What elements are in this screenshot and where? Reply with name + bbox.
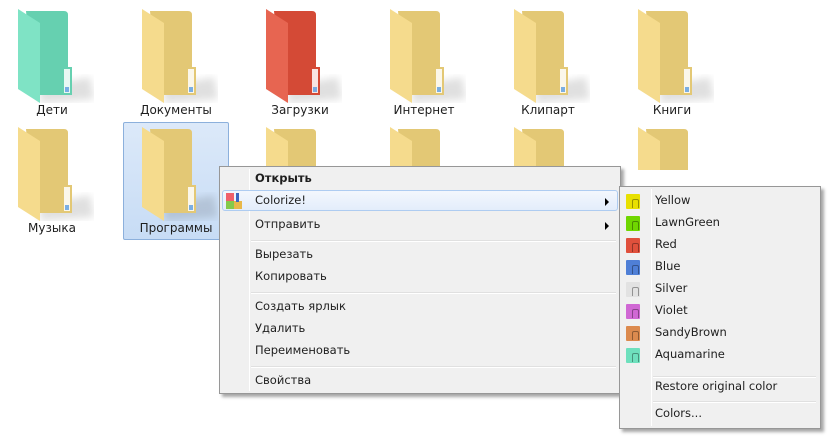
menu-separator (251, 240, 616, 242)
menu-item-label: Вырезать (255, 247, 313, 261)
menu-item-copy[interactable]: Копировать (222, 266, 618, 287)
menu-item-label: LawnGreen (655, 215, 720, 229)
folder-label: Программы (139, 221, 213, 235)
menu-item-color-lawngreen[interactable]: LawnGreen (622, 212, 818, 233)
menu-item-label: Переименовать (255, 343, 351, 357)
context-menu: Открыть Colorize! Отправить Вырезать Коп… (219, 166, 621, 394)
folder-icon (18, 127, 94, 221)
folder-item[interactable]: Программы (123, 122, 229, 240)
folder-label: Музыка (28, 221, 76, 235)
menu-item-color-red[interactable]: Red (622, 234, 818, 255)
menu-item-colorize[interactable]: Colorize! (222, 190, 618, 211)
menu-item-label: Копировать (255, 269, 327, 283)
folder-label: Документы (140, 103, 212, 117)
menu-item-label: SandyBrown (655, 325, 727, 339)
folder-label: Книги (652, 103, 692, 117)
menu-item-cut[interactable]: Вырезать (222, 244, 618, 265)
folder-icon (638, 9, 714, 103)
submenu-arrow-icon (605, 222, 609, 230)
folder-color-icon (626, 216, 640, 231)
folder-label: Клипарт (521, 103, 575, 117)
menu-item-create-shortcut[interactable]: Создать ярлык (222, 296, 618, 317)
menu-item-rename[interactable]: Переименовать (222, 340, 618, 361)
menu-item-restore-color[interactable]: Restore original color (622, 373, 818, 394)
menu-item-label: Создать ярлык (255, 299, 346, 313)
menu-item-label: Red (655, 237, 677, 251)
folder-icon (142, 127, 218, 221)
folder-item[interactable]: Книги (619, 4, 725, 122)
folder-item[interactable]: Документы (123, 4, 229, 122)
menu-item-label: Aquamarine (655, 347, 725, 361)
folder-color-icon (626, 326, 640, 341)
folder-color-icon (626, 304, 640, 319)
menu-item-label: Colorize! (255, 193, 306, 207)
folder-item[interactable]: Музыка (0, 122, 105, 240)
menu-item-color-violet[interactable]: Violet (622, 300, 818, 321)
folder-icon (266, 9, 342, 103)
menu-item-open[interactable]: Открыть (222, 168, 618, 189)
menu-item-color-aquamarine[interactable]: Aquamarine (622, 344, 818, 365)
folder-color-icon (626, 238, 640, 253)
folder-label: Загрузки (271, 103, 329, 117)
folder-icon (18, 9, 94, 103)
folder-label: Интернет (393, 103, 455, 117)
folder-color-icon (626, 194, 640, 209)
menu-item-label: Blue (655, 259, 681, 273)
folder-item[interactable]: Клипарт (495, 4, 601, 122)
menu-item-label: Свойства (255, 373, 312, 387)
submenu-arrow-icon (605, 198, 609, 206)
colorize-submenu: Restore original color Colors... Yellow L… (619, 186, 821, 429)
menu-item-label: Colors... (655, 406, 702, 420)
folder-color-icon (626, 260, 640, 275)
menu-item-delete[interactable]: Удалить (222, 318, 618, 339)
menu-item-properties[interactable]: Свойства (222, 370, 618, 391)
colorize-icon (226, 193, 242, 209)
menu-item-label: Restore original color (655, 379, 778, 393)
menu-item-label: Открыть (255, 171, 312, 185)
menu-item-color-sandybrown[interactable]: SandyBrown (622, 322, 818, 343)
menu-separator (251, 366, 616, 368)
menu-separator (251, 292, 616, 294)
menu-item-label: Silver (655, 281, 688, 295)
folder-icon (142, 9, 218, 103)
menu-item-color-yellow[interactable]: Yellow (622, 190, 818, 211)
menu-item-label: Удалить (255, 321, 306, 335)
folder-label: Дети (36, 103, 68, 117)
menu-item-send-to[interactable]: Отправить (222, 214, 618, 235)
folder-item[interactable]: Интернет (371, 4, 477, 122)
folder-color-icon (626, 348, 640, 363)
folder-icon (514, 9, 590, 103)
folder-item[interactable]: Дети (0, 4, 105, 122)
menu-item-color-silver[interactable]: Silver (622, 278, 818, 299)
menu-item-colors-dialog[interactable]: Colors... (622, 403, 818, 424)
folder-item[interactable]: Загрузки (247, 4, 353, 122)
menu-item-label: Violet (655, 303, 688, 317)
folder-color-icon (626, 282, 640, 297)
folder-icon (390, 9, 466, 103)
menu-item-label: Yellow (655, 193, 691, 207)
menu-item-label: Отправить (255, 217, 321, 231)
menu-item-color-blue[interactable]: Blue (622, 256, 818, 277)
